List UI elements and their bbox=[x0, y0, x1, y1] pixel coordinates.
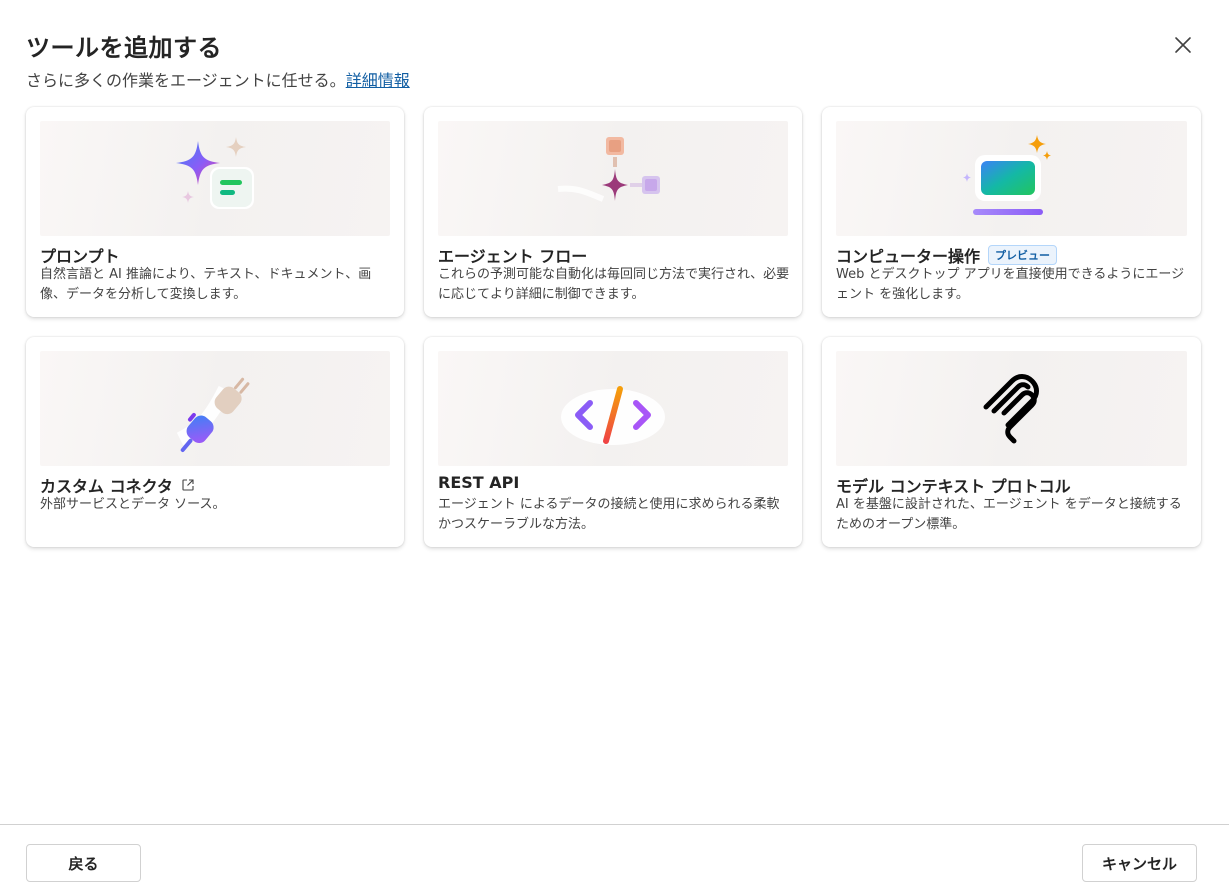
card-description: 自然言語と AI 推論により、テキスト、ドキュメント、画像、データを分析して変換… bbox=[40, 267, 372, 302]
close-button[interactable] bbox=[1168, 30, 1198, 60]
tool-card-rest-api[interactable]: REST API エージェント によるデータの接続と使用に求められる柔軟かつスケ… bbox=[424, 337, 802, 547]
tool-card-mcp[interactable]: モデル コンテキスト プロトコル AI を基盤に設計された、エージェント をデー… bbox=[822, 337, 1201, 547]
code-icon bbox=[561, 385, 665, 445]
card-title: プロンプト bbox=[40, 243, 120, 267]
card-title-text: カスタム コネクタ bbox=[40, 477, 173, 496]
card-description: AI を基盤に設計された、エージェント をデータと接続するためのオープン標準。 bbox=[836, 497, 1182, 532]
preview-badge: プレビュー bbox=[988, 245, 1058, 265]
card-banner bbox=[40, 121, 390, 236]
close-icon bbox=[1175, 37, 1191, 53]
card-description: エージェント によるデータの接続と使用に求められる柔軟かつスケーラブルな方法。 bbox=[438, 497, 780, 532]
cancel-button[interactable]: キャンセル bbox=[1082, 844, 1197, 882]
subtitle-text: さらに多くの作業をエージェントに任せる。 bbox=[26, 71, 346, 90]
connector-plug-icon bbox=[176, 377, 250, 452]
computer-use-icon bbox=[962, 134, 1051, 215]
card-banner bbox=[438, 121, 788, 236]
card-banner bbox=[836, 121, 1187, 236]
card-title-text: プロンプト bbox=[40, 247, 120, 266]
tools-grid: プロンプト 自然言語と AI 推論により、テキスト、ドキュメント、画像、データを… bbox=[26, 107, 1201, 547]
card-title-text: REST API bbox=[438, 473, 520, 492]
card-title: コンピューター操作 プレビュー bbox=[836, 243, 1058, 267]
card-title: モデル コンテキスト プロトコル bbox=[836, 473, 1071, 497]
card-banner bbox=[438, 351, 788, 466]
tool-card-prompt[interactable]: プロンプト 自然言語と AI 推論により、テキスト、ドキュメント、画像、データを… bbox=[26, 107, 404, 317]
agent-flow-icon bbox=[557, 136, 660, 202]
learn-more-link[interactable]: 詳細情報 bbox=[346, 71, 410, 90]
card-title: エージェント フロー bbox=[438, 243, 587, 267]
dialog-title: ツールを追加する bbox=[26, 34, 222, 62]
card-title-text: コンピューター操作 bbox=[836, 247, 981, 266]
tool-card-agent-flow[interactable]: エージェント フロー これらの予測可能な自動化は毎回同じ方法で実行され、必要に応… bbox=[424, 107, 802, 317]
external-link-icon bbox=[181, 478, 195, 492]
mcp-icon bbox=[983, 373, 1039, 443]
card-title: REST API bbox=[438, 473, 519, 492]
prompt-icon bbox=[176, 136, 254, 209]
footer-divider bbox=[0, 824, 1229, 825]
back-button[interactable]: 戻る bbox=[26, 844, 141, 882]
tool-card-computer-use[interactable]: コンピューター操作 プレビュー Web とデスクトップ アプリを直接使用できるよ… bbox=[822, 107, 1201, 317]
card-title-text: エージェント フロー bbox=[438, 247, 588, 266]
card-banner bbox=[40, 351, 390, 466]
dialog-subtitle: さらに多くの作業をエージェントに任せる。詳細情報 bbox=[26, 67, 410, 91]
card-description: これらの予測可能な自動化は毎回同じ方法で実行され、必要に応じてより詳細に制御でき… bbox=[438, 267, 790, 302]
card-description: Web とデスクトップ アプリを直接使用できるようにエージェント を強化します。 bbox=[836, 267, 1185, 302]
card-description: 外部サービスとデータ ソース。 bbox=[40, 497, 226, 512]
card-title-text: モデル コンテキスト プロトコル bbox=[836, 477, 1071, 496]
card-title: カスタム コネクタ bbox=[40, 473, 195, 497]
card-banner bbox=[836, 351, 1187, 466]
tool-card-custom-connector[interactable]: カスタム コネクタ 外部サービスとデータ ソース。 bbox=[26, 337, 404, 547]
